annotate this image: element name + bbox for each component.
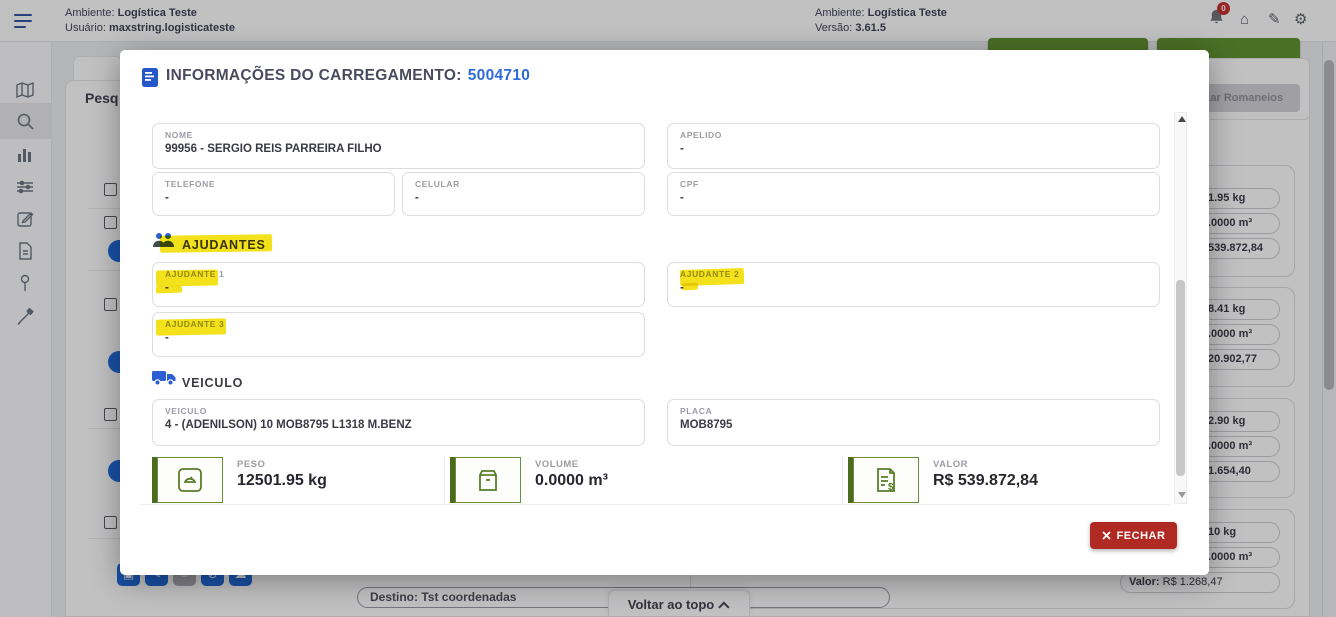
truck-icon (152, 370, 176, 391)
highlight-annotation (160, 234, 272, 253)
stat-valor: VALOR R$ 539.872,84 (933, 459, 1038, 490)
scroll-up-arrow[interactable] (1178, 116, 1186, 122)
highlight-annotation (156, 318, 226, 335)
close-icon (1102, 531, 1111, 540)
modal-scrollbar-thumb[interactable] (1176, 280, 1185, 476)
field-placa: PLACAMOB8795 (667, 399, 1160, 446)
modal-title: INFORMAÇÕES DO CARREGAMENTO:5004710 (166, 67, 530, 85)
field-celular: CELULAR- (402, 172, 645, 216)
field-ajudante3: AJUDANTE 3- (152, 312, 645, 357)
section-title-veiculo: VEICULO (182, 376, 243, 390)
field-telefone: TELEFONE- (152, 172, 395, 216)
field-apelido: APELIDO- (667, 123, 1160, 169)
document-icon (142, 68, 159, 93)
stat-peso: PESO 12501.95 kg (237, 459, 327, 490)
invoice-icon: $ (853, 457, 919, 503)
scale-icon (157, 457, 223, 503)
svg-text:$: $ (888, 482, 894, 493)
scroll-down-arrow[interactable] (1178, 492, 1186, 498)
field-veiculo: VEICULO4 - (ADENILSON) 10 MOB8795 L1318 … (152, 399, 645, 446)
carregamento-number-link[interactable]: 5004710 (468, 67, 530, 84)
field-cpf: CPF- (667, 172, 1160, 216)
field-ajudante1: AJUDANTE 1- (152, 262, 645, 307)
highlight-annotation (156, 286, 182, 294)
app-root: Ambiente: Logística Teste Usuário: maxst… (0, 0, 1336, 617)
close-button[interactable]: FECHAR (1090, 522, 1177, 549)
package-icon (455, 457, 521, 503)
highlight-annotation (156, 269, 218, 286)
highlight-annotation (682, 283, 698, 291)
field-nome: NOME99956 - SERGIO REIS PARREIRA FILHO (152, 123, 645, 169)
carregamento-info-modal: INFORMAÇÕES DO CARREGAMENTO:5004710 NOME… (120, 50, 1209, 575)
stat-volume: VOLUME 0.0000 m³ (535, 459, 608, 490)
